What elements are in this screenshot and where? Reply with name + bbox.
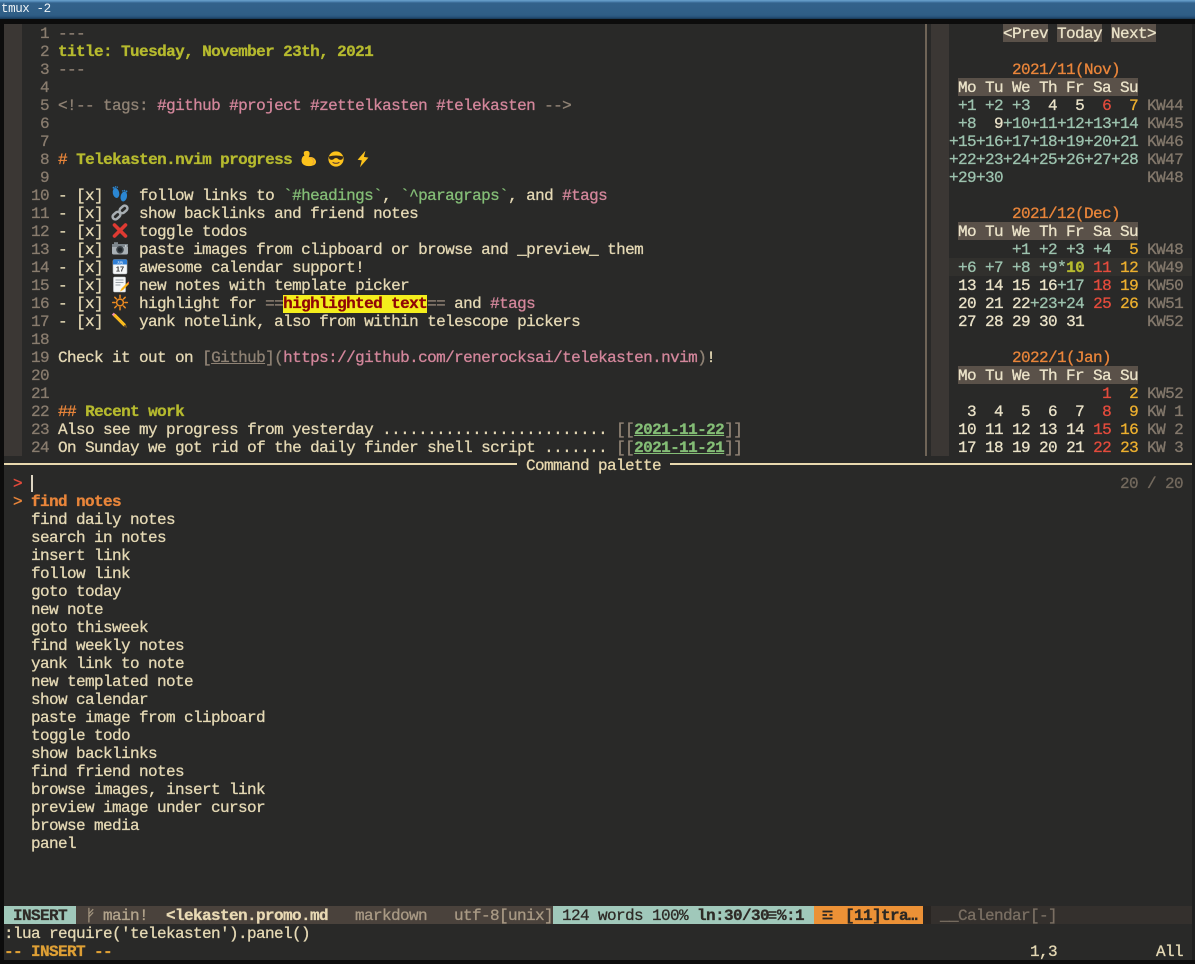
svg-text:17: 17 xyxy=(116,265,124,274)
